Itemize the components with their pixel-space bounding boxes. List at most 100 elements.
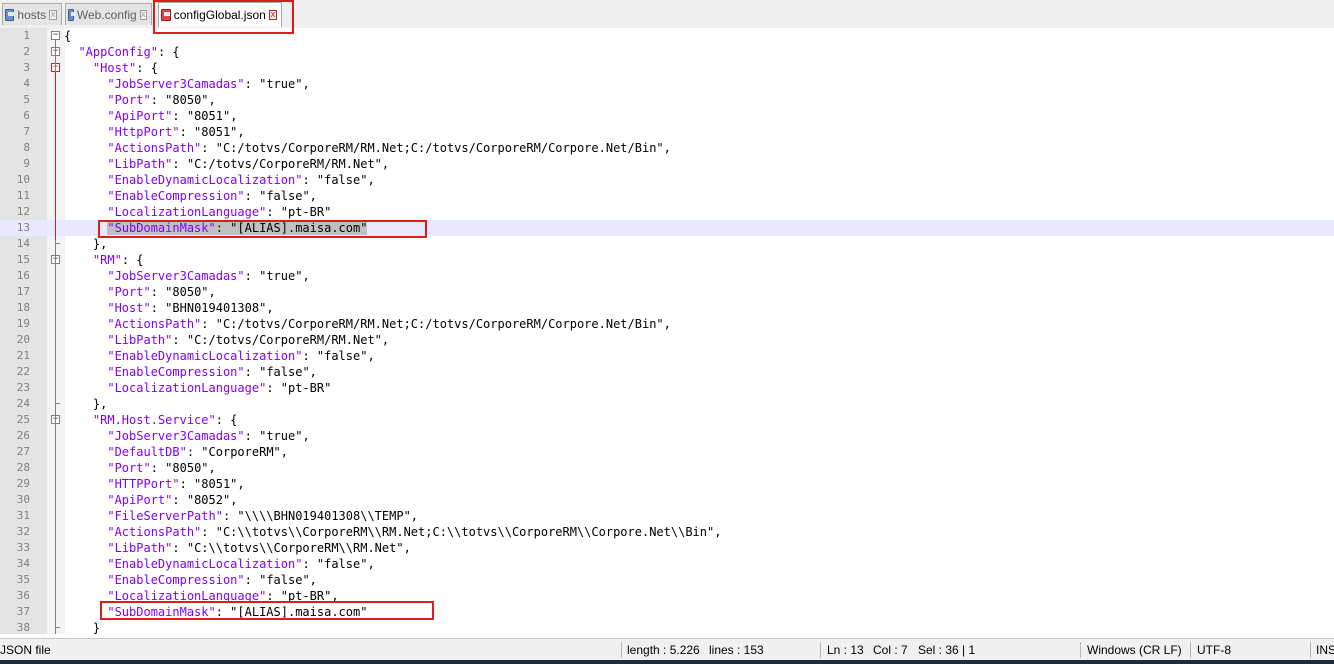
code-line[interactable]: 10 "EnableDynamicLocalization": "false", (0, 172, 1334, 188)
close-icon[interactable]: x (49, 9, 57, 20)
status-eol[interactable]: Windows (CR LF) (1087, 639, 1182, 661)
code-line[interactable]: 27 "DefaultDB": "CorporeRM", (0, 444, 1334, 460)
status-separator (820, 642, 821, 658)
code-line[interactable]: 28 "Port": "8050", (0, 460, 1334, 476)
code-text: "SubDomainMask": "[ALIAS].maisa.com" (107, 605, 368, 619)
code-line[interactable]: 38 } (0, 620, 1334, 634)
line-number: 21 (16, 349, 30, 362)
close-icon[interactable]: x (139, 9, 147, 20)
code-text: "LibPath": "C:\\totvs\\CorporeRM\\RM.Net… (107, 541, 411, 555)
fold-minus-icon[interactable]: − (51, 31, 60, 40)
code-text: "JobServer3Camadas": "true", (107, 429, 310, 443)
code-text: "EnableCompression": "false", (107, 365, 317, 379)
code-line[interactable]: 24 }, (0, 396, 1334, 412)
code-line[interactable]: 3 "Host": { (0, 60, 1334, 76)
code-text: "EnableDynamicLocalization": "false", (107, 557, 375, 571)
code-line[interactable]: 4 "JobServer3Camadas": "true", (0, 76, 1334, 92)
code-text: }, (64, 237, 108, 251)
code-text: "RM": { (92, 253, 144, 267)
line-number: 22 (16, 365, 30, 378)
line-number: 26 (16, 429, 30, 442)
line-number: 32 (16, 525, 30, 538)
code-text: "EnableDynamicLocalization": "false", (107, 173, 375, 187)
line-number: 16 (16, 269, 30, 282)
code-line[interactable]: 2 "AppConfig": { (0, 44, 1334, 60)
code-text: "ApiPort": "8051", (107, 109, 238, 123)
code-line[interactable]: 32 "ActionsPath": "C:\\totvs\\CorporeRM\… (0, 524, 1334, 540)
code-line[interactable]: 17 "Port": "8050", (0, 284, 1334, 300)
code-line[interactable]: 22 "EnableCompression": "false", (0, 364, 1334, 380)
tab-hosts[interactable]: hosts x (2, 3, 62, 25)
line-number: 35 (16, 573, 30, 586)
tab-web-config[interactable]: Web.config x (65, 3, 152, 25)
code-text: "ActionsPath": "C:/totvs/CorporeRM/RM.Ne… (107, 317, 671, 331)
code-text: "JobServer3Camadas": "true", (107, 77, 310, 91)
code-text: "HttpPort": "8051", (107, 125, 245, 139)
line-number: 11 (16, 189, 30, 202)
status-col: Col : 7 (873, 643, 908, 657)
code-line[interactable]: 37 "SubDomainMask": "[ALIAS].maisa.com" (0, 604, 1334, 620)
code-editor[interactable]: 1{2 "AppConfig": {3 "Host": {4 "JobServe… (0, 28, 1334, 634)
code-text: }, (64, 397, 108, 411)
code-line[interactable]: 6 "ApiPort": "8051", (0, 108, 1334, 124)
code-text: "ActionsPath": "C:/totvs/CorporeRM/RM.Ne… (107, 141, 671, 155)
code-text: "ActionsPath": "C:\\totvs\\CorporeRM\\RM… (107, 525, 722, 539)
status-sel: Sel : 36 | 1 (918, 643, 976, 657)
line-number: 2 (23, 45, 30, 58)
code-line[interactable]: 35 "EnableCompression": "false", (0, 572, 1334, 588)
code-line[interactable]: 31 "FileServerPath": "\\\\BHN019401308\\… (0, 508, 1334, 524)
code-line[interactable]: 5 "Port": "8050", (0, 92, 1334, 108)
code-line[interactable]: 13 "SubDomainMask": "[ALIAS].maisa.com" (0, 220, 1334, 236)
status-insert-mode: INS (1316, 643, 1334, 657)
code-text: "FileServerPath": "\\\\BHN019401308\\TEM… (107, 509, 419, 523)
code-text: "AppConfig": { (78, 45, 180, 59)
status-encoding[interactable]: UTF-8 (1197, 639, 1231, 661)
code-text: "Port": "8050", (107, 285, 216, 299)
code-line[interactable]: 8 "ActionsPath": "C:/totvs/CorporeRM/RM.… (0, 140, 1334, 156)
taskbar-edge (0, 660, 1334, 664)
code-line[interactable]: 9 "LibPath": "C:/totvs/CorporeRM/RM.Net"… (0, 156, 1334, 172)
code-text: "LocalizationLanguage": "pt-BR" (107, 205, 332, 219)
file-icon (161, 9, 171, 21)
code-line[interactable]: 18 "Host": "BHN019401308", (0, 300, 1334, 316)
code-line[interactable]: 11 "EnableCompression": "false", (0, 188, 1334, 204)
line-number: 15 (16, 253, 30, 266)
status-separator (1080, 642, 1081, 658)
status-ln: Ln : 13 (827, 643, 864, 657)
status-lines: lines : 153 (709, 643, 764, 657)
close-icon[interactable]: x (268, 10, 277, 20)
code-line[interactable]: 14 }, (0, 236, 1334, 252)
fold-end-marker (55, 243, 60, 244)
code-line[interactable]: 25 "RM.Host.Service": { (0, 412, 1334, 428)
code-line[interactable]: 15 "RM": { (0, 252, 1334, 268)
code-line[interactable]: 33 "LibPath": "C:\\totvs\\CorporeRM\\RM.… (0, 540, 1334, 556)
code-line[interactable]: 36 "LocalizationLanguage": "pt-BR", (0, 588, 1334, 604)
line-number: 10 (16, 173, 30, 186)
tab-config-global-json[interactable]: configGlobal.json x (158, 2, 282, 27)
code-line[interactable]: 26 "JobServer3Camadas": "true", (0, 428, 1334, 444)
line-number: 17 (16, 285, 30, 298)
code-line[interactable]: 20 "LibPath": "C:/totvs/CorporeRM/RM.Net… (0, 332, 1334, 348)
code-line[interactable]: 12 "LocalizationLanguage": "pt-BR" (0, 204, 1334, 220)
code-line[interactable]: 30 "ApiPort": "8052", (0, 492, 1334, 508)
code-line[interactable]: 23 "LocalizationLanguage": "pt-BR" (0, 380, 1334, 396)
code-line[interactable]: 29 "HTTPPort": "8051", (0, 476, 1334, 492)
line-number: 14 (16, 237, 30, 250)
line-number: 38 (16, 621, 30, 634)
code-text: "LocalizationLanguage": "pt-BR", (107, 589, 339, 603)
code-line[interactable]: 34 "EnableDynamicLocalization": "false", (0, 556, 1334, 572)
file-icon (68, 8, 77, 21)
code-line[interactable]: 7 "HttpPort": "8051", (0, 124, 1334, 140)
line-number: 29 (16, 477, 30, 490)
code-line[interactable]: 16 "JobServer3Camadas": "true", (0, 268, 1334, 284)
code-line[interactable]: 1{ (0, 28, 1334, 44)
status-separator (621, 642, 622, 658)
line-number: 28 (16, 461, 30, 474)
code-line[interactable]: 21 "EnableDynamicLocalization": "false", (0, 348, 1334, 364)
line-number: 24 (16, 397, 30, 410)
code-line[interactable]: 19 "ActionsPath": "C:/totvs/CorporeRM/RM… (0, 316, 1334, 332)
code-text: "Port": "8050", (107, 461, 216, 475)
line-number: 1 (23, 29, 30, 42)
line-number: 19 (16, 317, 30, 330)
code-text: "SubDomainMask": "[ALIAS].maisa.com" (107, 221, 368, 235)
